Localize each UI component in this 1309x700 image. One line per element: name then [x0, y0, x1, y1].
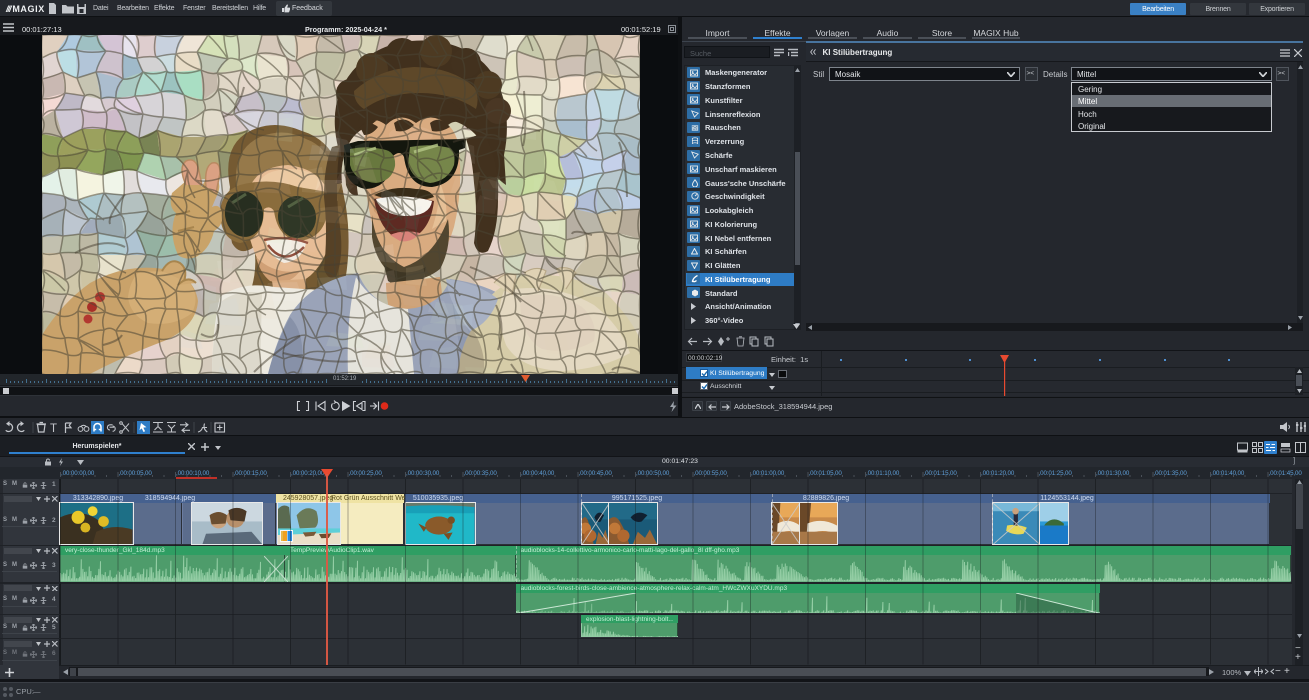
svg-text:T: T [50, 423, 57, 434]
